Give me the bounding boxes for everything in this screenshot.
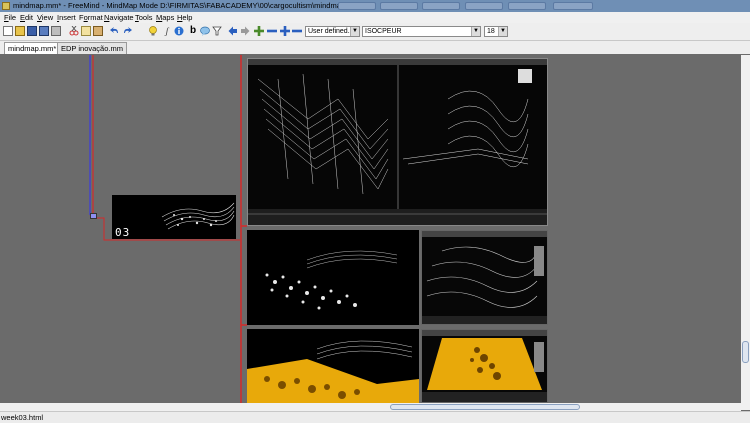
zoom-out-icon[interactable] xyxy=(267,26,277,36)
viewport-screenshot-bottom-left[interactable] xyxy=(247,329,419,403)
freemind-app-icon xyxy=(2,2,10,10)
mindmap-canvas[interactable]: 03 xyxy=(0,55,741,403)
menu-view[interactable]: View xyxy=(37,13,53,22)
bold-icon[interactable]: b xyxy=(188,26,198,36)
node-03-label: 03 xyxy=(115,226,131,239)
new-icon[interactable] xyxy=(3,26,13,36)
undo-icon[interactable] xyxy=(110,26,120,36)
forward-icon[interactable] xyxy=(240,26,250,36)
style-combo-value: User defined. xyxy=(308,28,350,35)
speech-bubble-icon[interactable] xyxy=(200,26,210,36)
menu-bar: File Edit View Insert Format Navigate To… xyxy=(0,12,750,23)
viewport-screenshot-top[interactable] xyxy=(247,58,548,226)
font-size-combo-value: 18 xyxy=(487,28,495,35)
ghost-window-tab-3 xyxy=(422,2,460,10)
viewport-screenshot-middle-right[interactable] xyxy=(421,230,548,325)
window-title: mindmap.mm* - FreeMind - MindMap Mode D:… xyxy=(13,1,360,10)
menu-navigate[interactable]: Navigate xyxy=(104,13,134,22)
ghost-window-tab-6 xyxy=(553,2,593,10)
remove-node-icon[interactable] xyxy=(292,26,302,36)
menu-format[interactable]: Format xyxy=(79,13,103,22)
status-text: week03.html xyxy=(1,413,44,422)
ghost-window-tab-1 xyxy=(338,2,376,10)
italic-icon[interactable]: ʃ xyxy=(162,26,172,36)
menu-tools[interactable]: Tools xyxy=(135,13,153,22)
title-bar: mindmap.mm* - FreeMind - MindMap Mode D:… xyxy=(0,0,750,12)
horizontal-scroll-thumb[interactable] xyxy=(390,404,580,410)
map-tab-bar: mindmap.mm* EDP inovação.mm xyxy=(0,41,750,54)
chevron-down-icon[interactable]: ▼ xyxy=(350,27,359,36)
print-icon[interactable] xyxy=(51,26,61,36)
menu-edit[interactable]: Edit xyxy=(20,13,33,22)
menu-maps[interactable]: Maps xyxy=(156,13,174,22)
viewport-screenshot-middle-left[interactable] xyxy=(247,230,419,325)
tab-edp-inovacao-label: EDP inovação.mm xyxy=(61,44,123,53)
node-fold-marker[interactable] xyxy=(90,213,97,219)
node-03-image[interactable]: 03 xyxy=(112,195,236,239)
info-icon[interactable] xyxy=(174,26,184,36)
vertical-scrollbar[interactable] xyxy=(741,55,750,410)
tab-mindmap-label: mindmap.mm* xyxy=(8,44,57,53)
menu-insert[interactable]: Insert xyxy=(57,13,76,22)
zoom-in-icon[interactable] xyxy=(254,26,264,36)
font-combo[interactable]: ISOCPEUR ▼ xyxy=(362,26,481,37)
horizontal-scrollbar[interactable] xyxy=(0,403,741,411)
chevron-down-icon[interactable]: ▼ xyxy=(471,27,480,36)
font-size-combo[interactable]: 18 ▼ xyxy=(484,26,508,37)
open-icon[interactable] xyxy=(15,26,25,36)
cut-icon[interactable] xyxy=(69,25,79,36)
ghost-window-tab-5 xyxy=(508,2,546,10)
status-bar: week03.html xyxy=(0,411,750,423)
ghost-window-tab-2 xyxy=(380,2,418,10)
save-icon[interactable] xyxy=(27,26,37,36)
tab-mindmap[interactable]: mindmap.mm* xyxy=(4,42,61,54)
ghost-window-tab-4 xyxy=(465,2,503,10)
menu-file[interactable]: File xyxy=(4,13,16,22)
copy-icon[interactable] xyxy=(81,26,91,36)
bulb-icon[interactable] xyxy=(148,26,158,36)
redo-icon[interactable] xyxy=(122,26,132,36)
chevron-down-icon[interactable]: ▼ xyxy=(498,27,507,36)
vertical-scroll-thumb[interactable] xyxy=(742,341,749,363)
font-combo-value: ISOCPEUR xyxy=(365,28,402,35)
paste-icon[interactable] xyxy=(93,26,103,36)
add-node-icon[interactable] xyxy=(280,26,290,36)
toolbar: ʃ b User defined. ▼ ISOCPEUR ▼ 18 ▼ xyxy=(0,23,750,41)
filter-icon[interactable] xyxy=(212,26,222,36)
tab-edp-inovacao[interactable]: EDP inovação.mm xyxy=(57,42,127,54)
style-combo[interactable]: User defined. ▼ xyxy=(305,26,360,37)
viewport-screenshot-bottom-right[interactable] xyxy=(421,329,548,403)
back-icon[interactable] xyxy=(228,26,238,36)
menu-help[interactable]: Help xyxy=(177,13,192,22)
save-as-icon[interactable] xyxy=(39,26,49,36)
